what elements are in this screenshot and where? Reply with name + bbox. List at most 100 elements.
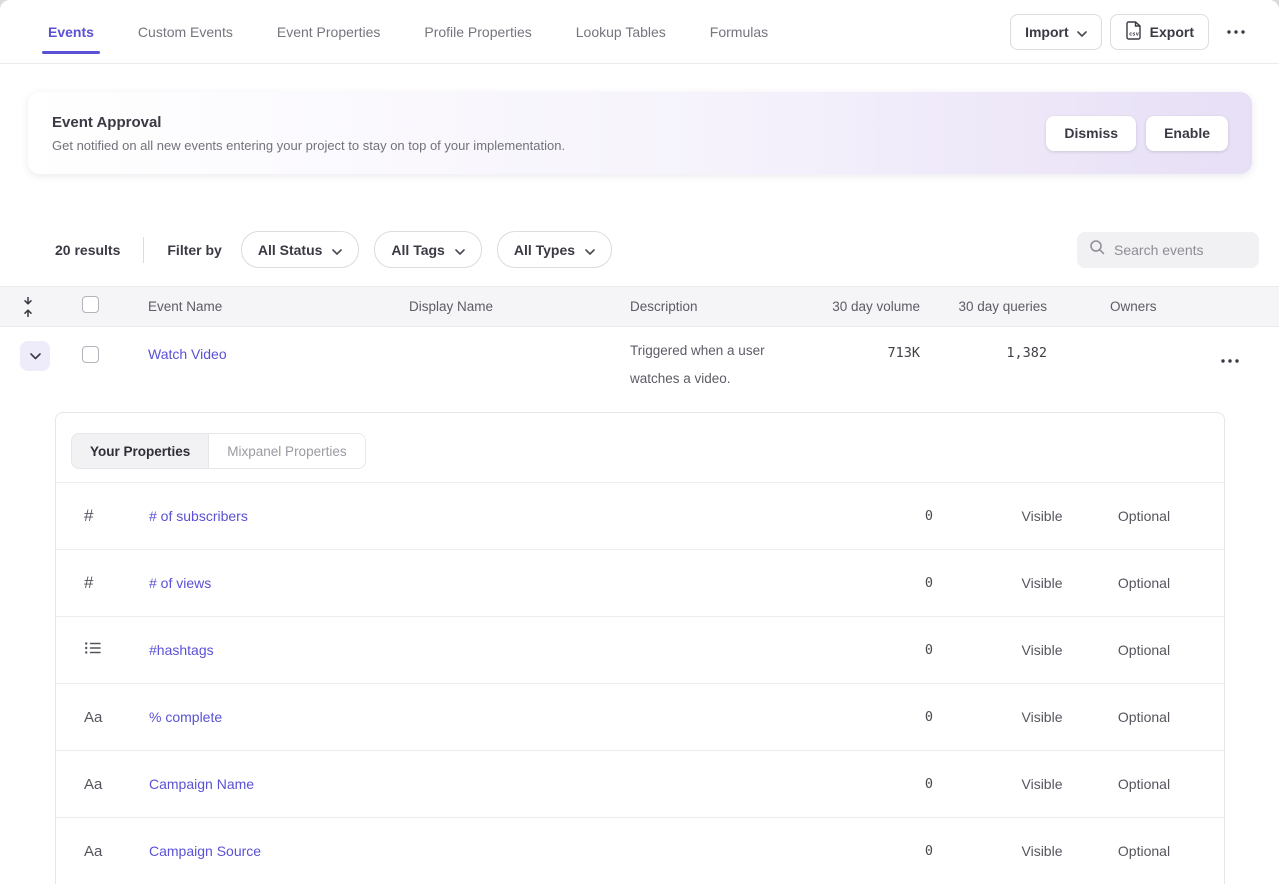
property-visibility[interactable]: Visible	[997, 776, 1087, 792]
collapse-all-cell[interactable]	[0, 297, 55, 317]
collapse-row-button[interactable]	[20, 341, 50, 371]
import-button[interactable]: Import	[1010, 14, 1102, 50]
property-visibility[interactable]: Visible	[997, 843, 1087, 859]
property-requirement[interactable]: Optional	[1099, 508, 1189, 524]
column-display-name: Display Name	[380, 299, 601, 314]
column-event-name: Event Name	[115, 299, 380, 314]
search-events-box[interactable]	[1077, 232, 1259, 268]
tab-profile-properties[interactable]: Profile Properties	[424, 0, 531, 64]
property-queries: 0	[843, 508, 933, 524]
banner-description: Get notified on all new events entering …	[52, 138, 565, 153]
column-owners: Owners	[1047, 299, 1180, 314]
property-queries: 0	[843, 642, 933, 658]
property-link[interactable]: Campaign Name	[121, 776, 843, 792]
property-link[interactable]: #hashtags	[121, 642, 843, 658]
property-queries: 0	[843, 843, 933, 859]
nav-tabs: Events Custom Events Event Properties Pr…	[48, 0, 768, 64]
property-link[interactable]: # of subscribers	[121, 508, 843, 524]
property-visibility[interactable]: Visible	[997, 575, 1087, 591]
banner-actions: Dismiss Enable	[1046, 116, 1228, 151]
status-filter-dropdown[interactable]: All Status	[241, 231, 360, 268]
search-icon	[1089, 239, 1105, 260]
property-queries: 0	[843, 575, 933, 591]
ellipsis-icon	[1227, 30, 1245, 34]
column-30-day-queries: 30 day queries	[920, 299, 1047, 314]
property-visibility[interactable]: Visible	[997, 709, 1087, 725]
property-row: Aa Campaign Name 0 Visible Optional	[56, 750, 1224, 817]
import-label: Import	[1025, 24, 1069, 40]
tab-custom-events[interactable]: Custom Events	[138, 0, 233, 64]
results-count: 20 results	[55, 242, 120, 258]
property-link[interactable]: % complete	[121, 709, 843, 725]
property-visibility[interactable]: Visible	[997, 642, 1087, 658]
property-queries: 0	[843, 776, 933, 792]
types-filter-dropdown[interactable]: All Types	[497, 231, 612, 268]
property-requirement[interactable]: Optional	[1099, 776, 1189, 792]
ellipsis-icon	[1221, 359, 1239, 363]
banner-text: Event Approval Get notified on all new e…	[52, 114, 565, 153]
search-events-input[interactable]	[1114, 242, 1244, 258]
events-table-header: Event Name Display Name Description 30 d…	[0, 286, 1279, 327]
event-row-watch-video: Watch Video Triggered when a user watche…	[0, 327, 1279, 397]
dismiss-button[interactable]: Dismiss	[1046, 116, 1136, 151]
event-name-link[interactable]: Watch Video	[148, 327, 227, 362]
select-all-checkbox[interactable]	[82, 296, 99, 313]
text-type-icon: Aa	[56, 776, 121, 793]
property-requirement[interactable]: Optional	[1099, 575, 1189, 591]
property-link[interactable]: # of views	[121, 575, 843, 591]
property-visibility[interactable]: Visible	[997, 508, 1087, 524]
banner-title: Event Approval	[52, 114, 565, 131]
more-menu-button[interactable]	[1217, 22, 1255, 42]
property-row: # # of subscribers 0 Visible Optional	[56, 482, 1224, 549]
tags-filter-dropdown[interactable]: All Tags	[374, 231, 481, 268]
tab-your-properties[interactable]: Your Properties	[72, 434, 208, 468]
top-navigation: Events Custom Events Event Properties Pr…	[0, 0, 1279, 64]
property-requirement[interactable]: Optional	[1099, 642, 1189, 658]
chevron-down-icon	[1077, 24, 1087, 40]
property-row: #hashtags 0 Visible Optional	[56, 616, 1224, 683]
properties-panel: Your Properties Mixpanel Properties # # …	[55, 412, 1225, 884]
property-link[interactable]: Campaign Source	[121, 843, 843, 859]
divider	[143, 237, 144, 263]
types-filter-label: All Types	[514, 242, 575, 258]
property-row: Aa Campaign Source 0 Visible Optional	[56, 817, 1224, 884]
chevron-down-icon	[332, 242, 342, 258]
tab-events[interactable]: Events	[48, 0, 94, 64]
property-row: # # of views 0 Visible Optional	[56, 549, 1224, 616]
row-checkbox[interactable]	[82, 346, 99, 363]
lexicon-page: Events Custom Events Event Properties Pr…	[0, 0, 1279, 884]
property-requirement[interactable]: Optional	[1099, 709, 1189, 725]
properties-tabbar: Your Properties Mixpanel Properties	[56, 413, 1224, 482]
tab-event-properties[interactable]: Event Properties	[277, 0, 381, 64]
property-row: Aa % complete 0 Visible Optional	[56, 683, 1224, 750]
chevron-down-icon	[455, 242, 465, 258]
tags-filter-label: All Tags	[391, 242, 444, 258]
tab-lookup-tables[interactable]: Lookup Tables	[576, 0, 666, 64]
filter-by-label: Filter by	[167, 242, 221, 258]
event-approval-banner: Event Approval Get notified on all new e…	[28, 92, 1252, 174]
tab-formulas[interactable]: Formulas	[710, 0, 768, 64]
collapse-all-icon	[22, 297, 34, 317]
property-requirement[interactable]: Optional	[1099, 843, 1189, 859]
text-type-icon: Aa	[56, 843, 121, 860]
filter-bar: 20 results Filter by All Status All Tags…	[0, 231, 1279, 268]
list-type-icon	[56, 639, 121, 662]
enable-button[interactable]: Enable	[1146, 116, 1228, 151]
event-volume: 713K	[790, 327, 920, 361]
row-more-menu-button[interactable]	[1217, 347, 1243, 370]
event-description: Triggered when a user watches a video.	[601, 327, 766, 393]
status-filter-label: All Status	[258, 242, 323, 258]
column-30-day-volume: 30 day volume	[790, 299, 920, 314]
nav-actions: Import csv Export	[1010, 14, 1255, 50]
tab-mixpanel-properties[interactable]: Mixpanel Properties	[208, 434, 364, 468]
number-type-icon: #	[56, 573, 121, 593]
chevron-down-icon	[585, 242, 595, 258]
event-queries: 1,382	[920, 327, 1047, 361]
export-button[interactable]: csv Export	[1110, 14, 1209, 50]
number-type-icon: #	[56, 506, 121, 526]
property-queries: 0	[843, 709, 933, 725]
column-description: Description	[601, 299, 790, 314]
export-label: Export	[1150, 24, 1194, 40]
csv-file-icon: csv	[1125, 21, 1142, 43]
text-type-icon: Aa	[56, 709, 121, 726]
